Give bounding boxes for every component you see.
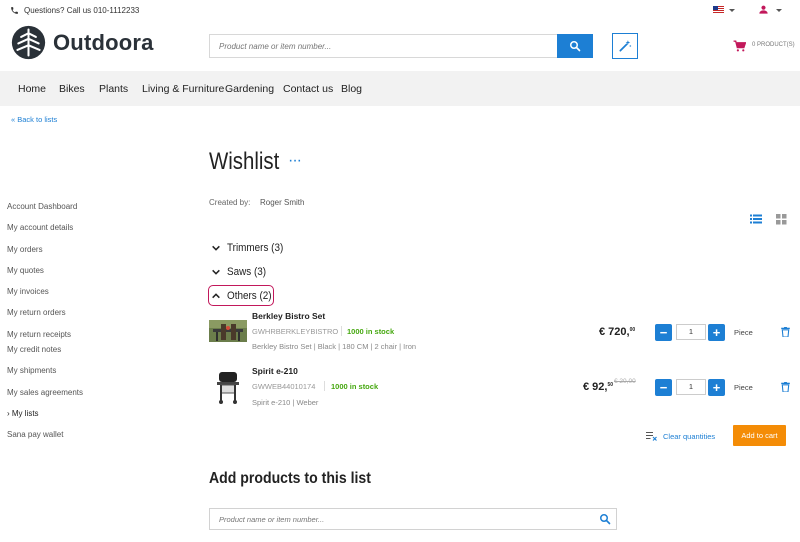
product-price: € 92,50 (583, 381, 613, 393)
price-main: € 92, (583, 381, 608, 393)
nav-item-gardening[interactable]: Gardening (225, 83, 274, 95)
nav-item-living-furniture[interactable]: Living & Furniture (142, 83, 224, 95)
grid-view-icon[interactable] (776, 214, 787, 225)
cart-icon[interactable] (733, 40, 746, 52)
product-name[interactable]: Spirit e-210 (252, 366, 298, 376)
sidebar-item-quotes[interactable]: My quotes (7, 266, 44, 275)
sidebar-item-return-orders[interactable]: My return orders (7, 308, 66, 317)
search-button[interactable] (557, 34, 593, 58)
main-nav: Home Bikes Plants Living & Furniture Gar… (0, 71, 800, 106)
search-icon[interactable] (599, 513, 611, 525)
product-price: € 720,00 (599, 326, 635, 338)
quantity-input[interactable]: 1 (676, 379, 706, 395)
sidebar-item-shipments[interactable]: My shipments (7, 366, 56, 375)
divider (324, 381, 325, 391)
chevron-up-icon (212, 293, 220, 299)
group-saws[interactable]: Saws (3) (211, 266, 270, 278)
sidebar-item-sana-pay-wallet[interactable]: Sana pay wallet (7, 430, 63, 439)
original-price: € 20,00 (614, 378, 636, 385)
phone-text: Questions? Call us 010-1112233 (24, 6, 140, 15)
product-thumbnail[interactable] (215, 368, 241, 404)
magic-wand-button[interactable] (612, 33, 638, 59)
divider (341, 326, 342, 336)
sidebar-item-account-dashboard[interactable]: Account Dashboard (7, 202, 77, 211)
group-label: Saws (3) (227, 266, 267, 278)
brand-name[interactable]: Outdoora (53, 30, 154, 56)
product-description: Berkley Bistro Set | Black | 180 CM | 2 … (252, 342, 417, 351)
product-code: GWWEB44010174 (252, 382, 316, 391)
clear-quantities-link[interactable]: Clear quantities (663, 432, 715, 441)
stock-status: 1000 in stock (331, 382, 379, 391)
group-label: Others (2) (227, 290, 272, 302)
unit-of-measure[interactable]: Piece (734, 328, 753, 337)
add-to-cart-button[interactable]: Add to cart (733, 425, 786, 446)
search-icon (570, 41, 581, 52)
product-name[interactable]: Berkley Bistro Set (252, 311, 325, 321)
phone-icon (11, 7, 18, 14)
search-input[interactable] (210, 35, 558, 57)
user-icon[interactable] (758, 4, 769, 15)
created-by-value: Roger Smith (260, 198, 305, 207)
trash-icon[interactable] (781, 327, 790, 337)
back-to-lists-link[interactable]: « Back to lists (11, 115, 57, 124)
nav-item-blog[interactable]: Blog (341, 83, 362, 95)
stock-status: 1000 in stock (347, 327, 395, 336)
sidebar-item-orders[interactable]: My orders (7, 245, 43, 254)
price-cents: 00 (629, 327, 636, 333)
sidebar-item-credit-notes[interactable]: My credit notes (7, 345, 61, 354)
account-chevron-down-icon[interactable] (776, 9, 782, 12)
increase-quantity-button[interactable]: + (708, 379, 725, 396)
add-products-search-input[interactable] (210, 509, 590, 529)
decrease-quantity-button[interactable]: − (655, 379, 672, 396)
nav-item-bikes[interactable]: Bikes (59, 83, 85, 95)
logo-icon[interactable] (10, 24, 47, 61)
add-products-search-box (209, 508, 617, 530)
add-products-heading: Add products to this list (209, 470, 371, 487)
sidebar-item-invoices[interactable]: My invoices (7, 287, 49, 296)
nav-item-home[interactable]: Home (18, 83, 46, 95)
product-description: Spirit e-210 | Weber (252, 398, 319, 407)
nav-item-contact-us[interactable]: Contact us (283, 83, 333, 95)
clear-list-icon[interactable] (646, 431, 658, 441)
page-title: Wishlist (209, 148, 280, 175)
group-others[interactable]: Others (2) (211, 290, 277, 302)
cart-summary[interactable]: 0 PRODUCT(S) (752, 42, 795, 48)
sidebar-item-account-details[interactable]: My account details (7, 223, 73, 232)
us-flag-icon[interactable] (713, 6, 724, 14)
increase-quantity-button[interactable]: + (708, 324, 725, 341)
magic-wand-icon (619, 40, 632, 52)
quantity-input[interactable]: 1 (676, 324, 706, 340)
language-chevron-down-icon[interactable] (729, 9, 735, 12)
list-view-icon[interactable] (750, 214, 762, 224)
top-bar: Questions? Call us 010-1112233 (0, 0, 800, 22)
price-main: € 720, (599, 326, 630, 338)
search-box (209, 34, 593, 58)
sidebar-item-return-receipts[interactable]: My return receipts (7, 330, 71, 339)
chevron-down-icon (212, 269, 220, 275)
decrease-quantity-button[interactable]: − (655, 324, 672, 341)
group-trimmers[interactable]: Trimmers (3) (211, 242, 290, 254)
product-thumbnail[interactable] (209, 320, 247, 342)
product-code: GWHRBERKLEYBISTRO (252, 327, 339, 336)
created-by-label: Created by: (209, 198, 251, 207)
chevron-down-icon (212, 245, 220, 251)
unit-of-measure[interactable]: Piece (734, 383, 753, 392)
sidebar-item-sales-agreements[interactable]: My sales agreements (7, 388, 83, 397)
sidebar-item-my-lists[interactable]: › My lists (7, 409, 39, 418)
price-cents: 50 (607, 382, 614, 388)
list-options-menu[interactable]: ··· (288, 152, 302, 170)
group-label: Trimmers (3) (227, 242, 284, 254)
trash-icon[interactable] (781, 382, 790, 392)
nav-item-plants[interactable]: Plants (99, 83, 128, 95)
